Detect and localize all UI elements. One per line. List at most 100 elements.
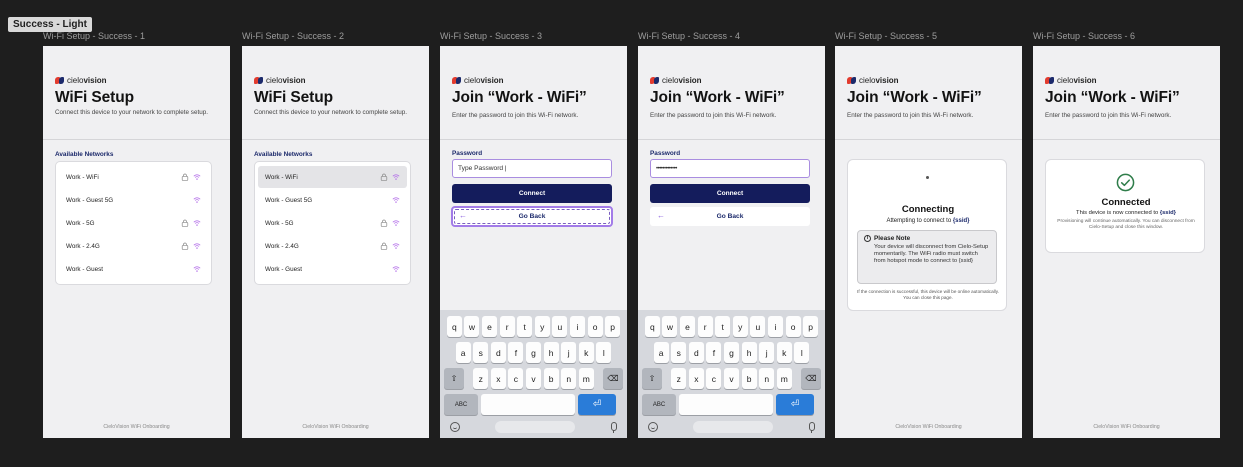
key-g[interactable]: g bbox=[724, 342, 739, 363]
key-q[interactable]: q bbox=[644, 316, 660, 337]
network-item[interactable]: Work - WiFi bbox=[258, 166, 407, 188]
key-u[interactable]: u bbox=[552, 316, 568, 337]
key-a[interactable]: a bbox=[653, 342, 669, 363]
key-o[interactable]: o bbox=[785, 316, 801, 337]
delete-key[interactable]: ⌫ bbox=[801, 368, 821, 389]
key-p[interactable]: p bbox=[803, 316, 819, 337]
go-back-button[interactable]: ← Go Back bbox=[451, 206, 613, 227]
logo-prefix: cielo bbox=[67, 76, 84, 85]
abc-key[interactable]: ABC bbox=[444, 394, 478, 415]
key-j[interactable]: j bbox=[759, 342, 775, 363]
check-circle-icon bbox=[1116, 173, 1135, 192]
key-f[interactable]: f bbox=[706, 342, 722, 363]
space-key[interactable] bbox=[481, 394, 575, 415]
go-back-label: Go Back bbox=[716, 213, 744, 220]
network-item[interactable]: Work - 2.4G bbox=[59, 235, 208, 257]
key-z[interactable]: z bbox=[671, 368, 687, 389]
section-label: Success - Light bbox=[8, 17, 92, 32]
key-s[interactable]: s bbox=[671, 342, 687, 363]
cielovision-logo: cielo vision bbox=[847, 76, 899, 85]
key-b[interactable]: b bbox=[741, 368, 757, 389]
network-name: Work - Guest 5G bbox=[265, 196, 313, 204]
network-icons bbox=[193, 265, 201, 273]
connect-button[interactable]: Connect bbox=[650, 184, 810, 203]
artboard-5: Wi-Fi Setup - Success - 5 cielo vision Jo… bbox=[835, 28, 1022, 440]
logo-prefix: cielo bbox=[859, 76, 876, 85]
key-l[interactable]: l bbox=[794, 342, 810, 363]
delete-key[interactable]: ⌫ bbox=[603, 368, 623, 389]
key-p[interactable]: p bbox=[605, 316, 621, 337]
network-icons bbox=[380, 242, 400, 250]
connect-button[interactable]: Connect bbox=[452, 184, 612, 203]
key-q[interactable]: q bbox=[446, 316, 462, 337]
key-k[interactable]: k bbox=[776, 342, 792, 363]
key-i[interactable]: i bbox=[569, 316, 585, 337]
key-l[interactable]: l bbox=[596, 342, 612, 363]
logo-prefix: cielo bbox=[662, 76, 679, 85]
cielovision-mark-icon bbox=[1045, 77, 1055, 84]
key-d[interactable]: d bbox=[688, 342, 704, 363]
card-footer: If the connection is successful, this de… bbox=[857, 289, 999, 300]
key-z[interactable]: z bbox=[473, 368, 489, 389]
abc-key[interactable]: ABC bbox=[642, 394, 676, 415]
network-item[interactable]: Work - 5G bbox=[258, 212, 407, 234]
microphone-icon[interactable] bbox=[609, 421, 617, 433]
key-v[interactable]: v bbox=[724, 368, 739, 389]
logo-prefix: cielo bbox=[266, 76, 283, 85]
key-w[interactable]: w bbox=[464, 316, 480, 337]
key-x[interactable]: x bbox=[688, 368, 704, 389]
artboard-6: Wi-Fi Setup - Success - 6 cielo vision Jo… bbox=[1033, 28, 1220, 440]
key-e[interactable]: e bbox=[482, 316, 498, 337]
keyboard-row: asdfghjkl bbox=[638, 342, 825, 363]
key-u[interactable]: u bbox=[750, 316, 766, 337]
return-key[interactable]: ⏎ bbox=[776, 394, 814, 415]
key-x[interactable]: x bbox=[490, 368, 506, 389]
shift-key[interactable]: ⇧ bbox=[642, 368, 662, 389]
key-f[interactable]: f bbox=[508, 342, 524, 363]
key-n[interactable]: n bbox=[759, 368, 775, 389]
status-subtitle: Attempting to connect to {ssid} bbox=[848, 218, 1008, 224]
key-b[interactable]: b bbox=[543, 368, 559, 389]
password-input[interactable]: ••••••••••••• bbox=[650, 159, 810, 178]
key-h[interactable]: h bbox=[543, 342, 559, 363]
emoji-icon[interactable] bbox=[648, 422, 658, 432]
key-w[interactable]: w bbox=[662, 316, 678, 337]
network-item[interactable]: Work - Guest bbox=[258, 258, 407, 280]
key-t[interactable]: t bbox=[715, 316, 731, 337]
key-r[interactable]: r bbox=[499, 316, 515, 337]
key-m[interactable]: m bbox=[776, 368, 792, 389]
password-input[interactable]: Type Password | bbox=[452, 159, 612, 178]
network-item[interactable]: Work - 2.4G bbox=[258, 235, 407, 257]
return-key[interactable]: ⏎ bbox=[578, 394, 616, 415]
key-r[interactable]: r bbox=[697, 316, 713, 337]
network-item[interactable]: Work - 5G bbox=[59, 212, 208, 234]
key-j[interactable]: j bbox=[561, 342, 577, 363]
network-item[interactable]: Work - Guest bbox=[59, 258, 208, 280]
emoji-icon[interactable] bbox=[450, 422, 460, 432]
key-o[interactable]: o bbox=[587, 316, 603, 337]
key-y[interactable]: y bbox=[732, 316, 748, 337]
network-item[interactable]: Work - Guest 5G bbox=[258, 189, 407, 211]
key-c[interactable]: c bbox=[508, 368, 524, 389]
network-item[interactable]: Work - WiFi bbox=[59, 166, 208, 188]
key-a[interactable]: a bbox=[455, 342, 471, 363]
shift-key[interactable]: ⇧ bbox=[444, 368, 464, 389]
key-v[interactable]: v bbox=[526, 368, 541, 389]
key-t[interactable]: t bbox=[517, 316, 533, 337]
key-e[interactable]: e bbox=[680, 316, 696, 337]
network-item[interactable]: Work - Guest 5G bbox=[59, 189, 208, 211]
key-y[interactable]: y bbox=[534, 316, 550, 337]
key-c[interactable]: c bbox=[706, 368, 722, 389]
space-key[interactable] bbox=[679, 394, 773, 415]
key-n[interactable]: n bbox=[561, 368, 577, 389]
key-m[interactable]: m bbox=[578, 368, 594, 389]
key-k[interactable]: k bbox=[578, 342, 594, 363]
network-name: Work - WiFi bbox=[265, 173, 298, 181]
key-d[interactable]: d bbox=[490, 342, 506, 363]
key-g[interactable]: g bbox=[526, 342, 541, 363]
key-i[interactable]: i bbox=[767, 316, 783, 337]
microphone-icon[interactable] bbox=[807, 421, 815, 433]
go-back-button[interactable]: ← Go Back bbox=[650, 207, 810, 226]
key-s[interactable]: s bbox=[473, 342, 489, 363]
key-h[interactable]: h bbox=[741, 342, 757, 363]
